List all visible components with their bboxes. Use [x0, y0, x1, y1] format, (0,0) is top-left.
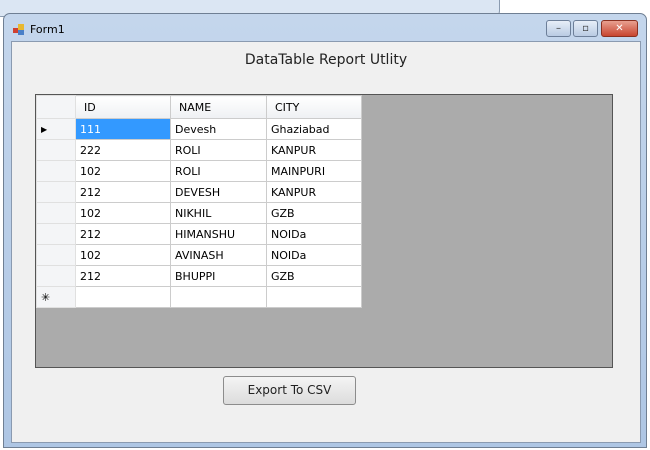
data-grid[interactable]: ID NAME CITY ▶ 111 Devesh Ghaziabad 222 ROLI K…	[35, 94, 613, 368]
table-cell[interactable]: NOIDa	[266, 223, 362, 245]
row-header[interactable]: ▶	[36, 118, 76, 140]
form-window: Form1 – ▫ ✕ DataTable Report Utlity ID N…	[3, 13, 647, 448]
new-row-cell[interactable]	[75, 286, 171, 308]
table-cell[interactable]: 222	[75, 139, 171, 161]
table-row[interactable]: 222 ROLI KANPUR	[36, 139, 362, 161]
table-row[interactable]: 102 ROLI MAINPURI	[36, 160, 362, 182]
table-row[interactable]: 212 HIMANSHU NOIDa	[36, 223, 362, 245]
new-row-cell[interactable]	[170, 286, 267, 308]
table-cell[interactable]: DEVESH	[170, 181, 267, 203]
column-header-id[interactable]: ID	[75, 95, 171, 119]
new-row-marker-icon: ✳	[36, 286, 76, 308]
table-cell[interactable]: ROLI	[170, 160, 267, 182]
page-title: DataTable Report Utlity	[244, 52, 408, 68]
table-row[interactable]: 212 DEVESH KANPUR	[36, 181, 362, 203]
table-cell[interactable]: KANPUR	[266, 139, 362, 161]
row-header[interactable]	[36, 265, 76, 287]
row-header[interactable]	[36, 244, 76, 266]
table-cell[interactable]: Ghaziabad	[266, 118, 362, 140]
table-row[interactable]: 102 AVINASH NOIDa	[36, 244, 362, 266]
export-to-csv-button[interactable]: Export To CSV	[223, 376, 356, 405]
table-cell[interactable]: 212	[75, 223, 171, 245]
table-cell[interactable]: Devesh	[170, 118, 267, 140]
table-cell[interactable]: 111	[75, 118, 171, 140]
table-row[interactable]: ▶ 111 Devesh Ghaziabad	[36, 118, 362, 140]
table-row[interactable]: 212 BHUPPI GZB	[36, 265, 362, 287]
table-cell[interactable]: 102	[75, 160, 171, 182]
table-cell[interactable]: 102	[75, 244, 171, 266]
table-cell[interactable]: GZB	[266, 265, 362, 287]
table-cell[interactable]: ROLI	[170, 139, 267, 161]
table-cell[interactable]: AVINASH	[170, 244, 267, 266]
close-button[interactable]: ✕	[601, 20, 638, 37]
table-cell[interactable]: 102	[75, 202, 171, 224]
minimize-button[interactable]: –	[546, 20, 571, 37]
app-icon	[13, 24, 24, 35]
table-cell[interactable]: MAINPURI	[266, 160, 362, 182]
table-cell[interactable]: 212	[75, 265, 171, 287]
column-header-city[interactable]: CITY	[266, 95, 362, 119]
table-cell[interactable]: HIMANSHU	[170, 223, 267, 245]
row-header[interactable]	[36, 202, 76, 224]
table-cell[interactable]: NIKHIL	[170, 202, 267, 224]
maximize-button[interactable]: ▫	[573, 20, 598, 37]
table-row[interactable]: 102 NIKHIL GZB	[36, 202, 362, 224]
new-row-cell[interactable]	[266, 286, 362, 308]
data-table: ID NAME CITY ▶ 111 Devesh Ghaziabad 222 ROLI K…	[36, 95, 362, 308]
new-row[interactable]: ✳	[36, 286, 362, 308]
row-header[interactable]	[36, 139, 76, 161]
table-cell[interactable]: 212	[75, 181, 171, 203]
table-cell[interactable]: NOIDa	[266, 244, 362, 266]
column-header-name[interactable]: NAME	[170, 95, 267, 119]
table-cell[interactable]: BHUPPI	[170, 265, 267, 287]
table-cell[interactable]: KANPUR	[266, 181, 362, 203]
window-title: Form1	[30, 23, 65, 36]
table-cell[interactable]: GZB	[266, 202, 362, 224]
row-header[interactable]	[36, 160, 76, 182]
client-area: DataTable Report Utlity ID NAME CITY ▶ 11…	[11, 41, 641, 443]
row-header[interactable]	[36, 223, 76, 245]
row-header[interactable]	[36, 181, 76, 203]
row-header-corner	[36, 95, 76, 119]
